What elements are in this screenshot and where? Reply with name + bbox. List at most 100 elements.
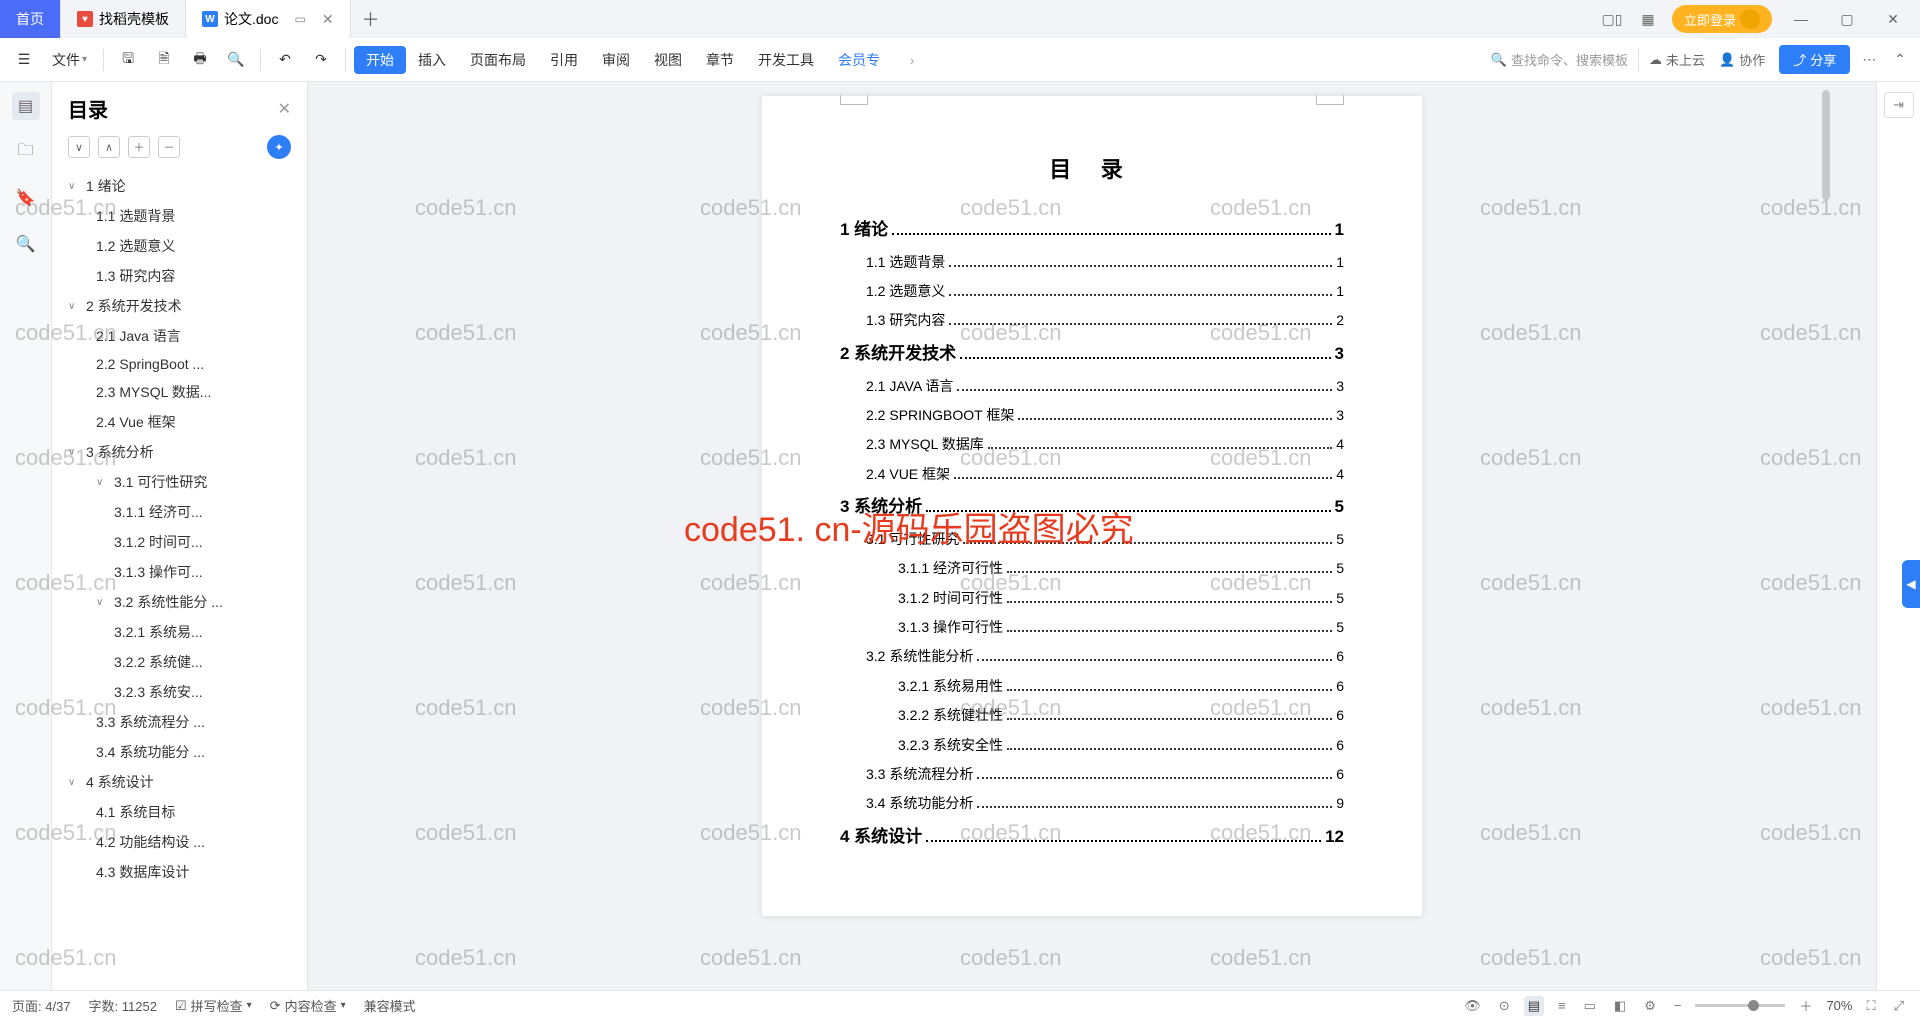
collapse-all-icon[interactable]: ∨: [68, 136, 90, 158]
chevron-down-icon[interactable]: ∨: [96, 597, 110, 608]
search-panel-icon[interactable]: 🔍: [12, 230, 40, 258]
menu-scroll-right-icon[interactable]: ›: [896, 46, 928, 74]
zoom-out-icon[interactable]: −: [1670, 996, 1686, 1015]
menu-插入[interactable]: 插入: [406, 46, 458, 74]
toc-row[interactable]: 3.1 可行性研究5: [840, 525, 1344, 554]
window-minimize[interactable]: —: [1784, 0, 1818, 38]
toc-row[interactable]: 2.1 JAVA 语言3: [840, 372, 1344, 401]
fullscreen-icon[interactable]: ⤢: [1890, 996, 1908, 1016]
zoom-in-icon[interactable]: ＋: [1795, 994, 1816, 1017]
redo-icon[interactable]: ↷: [305, 45, 337, 74]
toc-row[interactable]: 1.2 选题意义1: [840, 277, 1344, 306]
outline-item[interactable]: ∨3.1 可行性研究: [52, 467, 307, 497]
outline-item[interactable]: 1.2 选题意义: [52, 231, 307, 261]
login-button[interactable]: 立即登录: [1672, 5, 1772, 33]
outline-item[interactable]: 4.1 系统目标: [52, 797, 307, 827]
view-outline-icon[interactable]: ≡: [1554, 996, 1570, 1015]
toggle-right-panel-icon[interactable]: ⇥: [1884, 92, 1914, 118]
document-canvas[interactable]: 目 录 1 绪论11.1 选题背景11.2 选题意义11.3 研究内容22 系统…: [308, 82, 1876, 990]
outline-item[interactable]: ∨4 系统设计: [52, 767, 307, 797]
file-menu[interactable]: 文件 ▾: [44, 44, 95, 76]
outline-item[interactable]: 3.2.3 系统安...: [52, 677, 307, 707]
toc-row[interactable]: 3 系统分析5: [840, 489, 1344, 525]
menu-引用[interactable]: 引用: [538, 46, 590, 74]
outline-item[interactable]: 4.3 数据库设计: [52, 857, 307, 887]
menu-审阅[interactable]: 审阅: [590, 46, 642, 74]
compat-mode[interactable]: 兼容模式: [364, 996, 416, 1015]
settings-icon[interactable]: ⚙: [1640, 996, 1660, 1016]
outline-item[interactable]: ∨2 系统开发技术: [52, 291, 307, 321]
zoom-value[interactable]: 70%: [1826, 998, 1852, 1013]
outline-item[interactable]: 2.2 SpringBoot ...: [52, 351, 307, 377]
toc-row[interactable]: 2.2 SPRINGBOOT 框架3: [840, 401, 1344, 430]
page-indicator[interactable]: 页面: 4/37: [12, 996, 71, 1015]
toc-row[interactable]: 3.2.3 系统安全性6: [840, 731, 1344, 760]
tab-home[interactable]: 首页: [0, 0, 61, 38]
window-close[interactable]: ✕: [1876, 0, 1910, 38]
outline-item[interactable]: 4.2 功能结构设 ...: [52, 827, 307, 857]
toolbar-more-icon[interactable]: ⋯: [1856, 45, 1882, 74]
cloud-status[interactable]: ☁未上云: [1649, 50, 1705, 69]
outline-item[interactable]: 3.3 系统流程分 ...: [52, 707, 307, 737]
share-button[interactable]: ⤴分享: [1779, 45, 1850, 74]
eye-protect-icon[interactable]: 👁: [1460, 996, 1485, 1016]
tab-window-icon[interactable]: ▭: [294, 12, 305, 26]
side-tool-handle[interactable]: ◀: [1902, 560, 1920, 608]
bookmark-icon[interactable]: 🔖: [12, 184, 40, 212]
outline-item[interactable]: ∨3 系统分析: [52, 437, 307, 467]
toc-row[interactable]: 2 系统开发技术3: [840, 336, 1344, 372]
view-page-icon[interactable]: ▤: [1524, 996, 1544, 1016]
toc-row[interactable]: 4 系统设计12: [840, 819, 1344, 855]
toc-row[interactable]: 3.1.2 时间可行性5: [840, 584, 1344, 613]
toc-row[interactable]: 3.2 系统性能分析6: [840, 642, 1344, 671]
hamburger-icon[interactable]: ☰: [8, 45, 40, 74]
menu-会员专[interactable]: 会员专: [826, 46, 892, 74]
outline-item[interactable]: 3.2.1 系统易...: [52, 617, 307, 647]
menu-开始[interactable]: 开始: [354, 46, 406, 74]
content-check[interactable]: ⟳内容检查▾: [270, 996, 346, 1015]
toc-row[interactable]: 2.3 MYSQL 数据库4: [840, 430, 1344, 459]
outline-item[interactable]: 2.3 MYSQL 数据...: [52, 377, 307, 407]
outline-icon[interactable]: ▤: [12, 92, 40, 120]
window-maximize[interactable]: ▢: [1830, 0, 1864, 38]
focus-mode-icon[interactable]: ⊙: [1495, 996, 1514, 1016]
command-search[interactable]: 🔍 查找命令、搜索模板: [1491, 50, 1628, 69]
outline-item[interactable]: 3.1.3 操作可...: [52, 557, 307, 587]
outline-item[interactable]: 2.4 Vue 框架: [52, 407, 307, 437]
zoom-thumb[interactable]: [1748, 1000, 1759, 1011]
chevron-down-icon[interactable]: ∨: [68, 777, 82, 788]
toolbar-expand-icon[interactable]: ⌃: [1888, 45, 1912, 74]
outline-item[interactable]: 1.3 研究内容: [52, 261, 307, 291]
view-read-icon[interactable]: ▭: [1580, 996, 1600, 1016]
outline-item[interactable]: 3.4 系统功能分 ...: [52, 737, 307, 767]
outline-item[interactable]: ∨1 绪论: [52, 171, 307, 201]
word-count[interactable]: 字数: 11252: [89, 996, 157, 1015]
menu-章节[interactable]: 章节: [694, 46, 746, 74]
vertical-scrollbar[interactable]: [1820, 82, 1832, 990]
spell-check[interactable]: ☑拼写检查▾: [175, 996, 252, 1015]
outline-close-icon[interactable]: ✕: [278, 99, 291, 119]
menu-视图[interactable]: 视图: [642, 46, 694, 74]
outline-item[interactable]: 3.1.1 经济可...: [52, 497, 307, 527]
expand-all-icon[interactable]: ∧: [98, 136, 120, 158]
outline-item[interactable]: ∨3.2 系统性能分 ...: [52, 587, 307, 617]
toc-row[interactable]: 1.3 研究内容2: [840, 306, 1344, 335]
outline-item[interactable]: 3.2.2 系统健...: [52, 647, 307, 677]
toc-row[interactable]: 1 绪论1: [840, 212, 1344, 248]
scrollbar-thumb[interactable]: [1822, 90, 1830, 200]
apps-grid-icon[interactable]: ▦: [1636, 7, 1660, 31]
collab-button[interactable]: 👤协作: [1711, 46, 1773, 73]
toc-row[interactable]: 3.1.3 操作可行性5: [840, 613, 1344, 642]
layout-icon[interactable]: ▢▯: [1600, 7, 1624, 31]
chevron-down-icon[interactable]: ∨: [68, 301, 82, 312]
tab-templates[interactable]: ♥ 找稻壳模板: [61, 0, 186, 38]
toc-row[interactable]: 3.1.1 经济可行性5: [840, 554, 1344, 583]
toc-row[interactable]: 3.2.2 系统健壮性6: [840, 701, 1344, 730]
toc-row[interactable]: 3.3 系统流程分析6: [840, 760, 1344, 789]
chevron-down-icon[interactable]: ∨: [68, 447, 82, 458]
toc-row[interactable]: 3.4 系统功能分析9: [840, 789, 1344, 818]
new-tab-button[interactable]: ＋: [351, 0, 391, 38]
zoom-slider[interactable]: [1695, 1004, 1785, 1007]
add-heading-icon[interactable]: ＋: [128, 136, 150, 158]
menu-开发工具[interactable]: 开发工具: [746, 46, 826, 74]
